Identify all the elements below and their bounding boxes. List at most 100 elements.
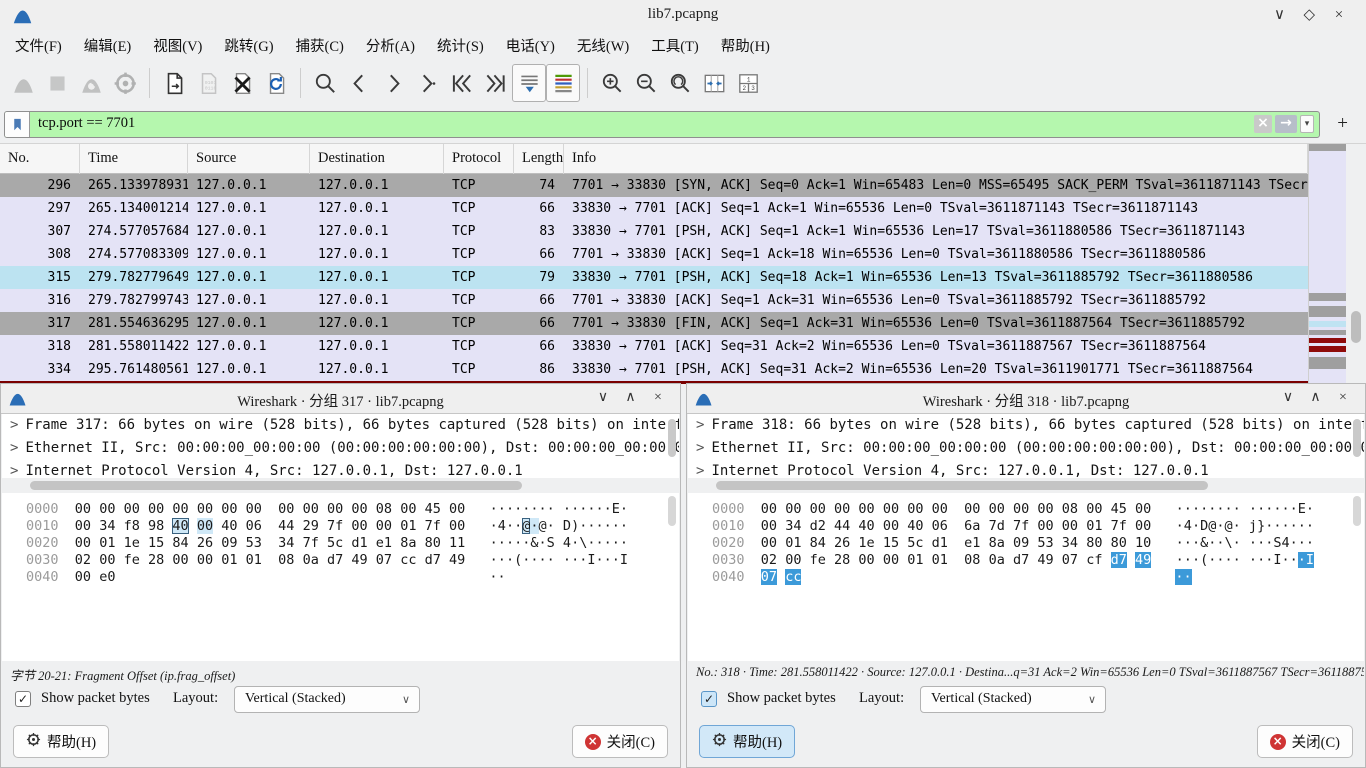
hex-byte[interactable]: e1 [376, 535, 392, 551]
hex-byte[interactable]: 07 [1062, 552, 1078, 568]
tree-item[interactable]: >Internet Protocol Version 4, Src: 127.0… [2, 460, 679, 478]
packet-row-315[interactable]: 315279.782779649127.0.0.1127.0.0.1TCP793… [0, 266, 1308, 289]
hex-byte[interactable]: 28 [834, 552, 850, 568]
show-packet-bytes-checkbox[interactable]: ✓ [701, 691, 717, 707]
hex-byte[interactable]: 44 [834, 518, 850, 534]
hex-byte[interactable]: 00 [810, 501, 826, 517]
file-save-icon[interactable]: 01010110 [191, 64, 225, 102]
go-to-packet-icon[interactable] [410, 64, 444, 102]
hex-byte[interactable]: 15 [883, 535, 899, 551]
menu-item-9[interactable]: 工具(T) [640, 30, 710, 61]
hex-byte[interactable]: 7d [989, 518, 1005, 534]
hex-byte[interactable]: 00 [197, 501, 213, 517]
help-button[interactable]: 帮助(H) [13, 725, 109, 758]
hex-byte[interactable]: cf [1086, 552, 1102, 568]
hex-row[interactable]: 0010 00 34 f8 98 40 00 40 06 44 29 7f 00… [26, 518, 679, 535]
hex-byte[interactable]: 8a [400, 535, 416, 551]
packet-row-308[interactable]: 308274.577083309127.0.0.1127.0.0.1TCP667… [0, 243, 1308, 266]
hex-byte[interactable]: 49 [351, 552, 367, 568]
tree-scrollbar-thumb[interactable] [668, 419, 676, 457]
hex-byte[interactable]: 10 [1135, 535, 1151, 551]
hex-byte[interactable]: 40 [858, 518, 874, 534]
hex-byte[interactable]: 00 [883, 552, 899, 568]
hex-byte[interactable]: 5c [907, 535, 923, 551]
hex-byte[interactable]: 06 [246, 518, 262, 534]
hex-row[interactable]: 0020 00 01 1e 15 84 26 09 53 34 7f 5c d1… [26, 535, 679, 552]
maximize-button[interactable]: ◇ [1296, 5, 1322, 24]
hex-byte[interactable]: 01 [932, 552, 948, 568]
hex-byte[interactable]: 00 [376, 518, 392, 534]
hex-byte[interactable]: 00 [400, 501, 416, 517]
hex-byte[interactable]: 29 [303, 518, 319, 534]
filter-apply-icon[interactable]: → [1275, 115, 1297, 133]
hex-byte[interactable]: 00 [246, 501, 262, 517]
hex-byte[interactable]: 00 [989, 501, 1005, 517]
colorize-icon[interactable] [546, 64, 580, 102]
hex-scrollbar-thumb[interactable] [668, 496, 676, 526]
hex-byte[interactable]: 28 [148, 552, 164, 568]
show-packet-bytes-checkbox[interactable]: ✓ [15, 691, 31, 707]
hex-byte[interactable]: 08 [1062, 501, 1078, 517]
hex-byte[interactable]: 00 [1086, 501, 1102, 517]
hex-byte[interactable]: 1e [858, 535, 874, 551]
hex-byte[interactable]: cc [400, 552, 416, 568]
hex-row[interactable]: 0040 00 e0 ·· [26, 569, 679, 586]
hex-byte[interactable]: 09 [1013, 535, 1029, 551]
hex-byte[interactable]: 00 [785, 552, 801, 568]
packet-row-334[interactable]: 334295.761480561127.0.0.1127.0.0.1TCP863… [0, 358, 1308, 381]
close-button[interactable]: × [646, 390, 670, 406]
hex-byte[interactable]: 00 [278, 501, 294, 517]
hex-scrollbar-thumb[interactable] [1353, 496, 1361, 526]
file-reload-icon[interactable] [259, 64, 293, 102]
packet-list-scrollbar[interactable] [1346, 144, 1366, 384]
hex-byte[interactable]: 00 [172, 552, 188, 568]
hex-byte[interactable]: 01 [246, 552, 262, 568]
hex-byte[interactable]: 00 [197, 518, 213, 534]
column-header-destination[interactable]: Destination [310, 144, 444, 174]
hex-byte[interactable]: 00 [351, 518, 367, 534]
hex-byte[interactable]: 26 [197, 535, 213, 551]
tree-horizontal-scrollbar[interactable] [2, 478, 679, 493]
column-header-protocol[interactable]: Protocol [444, 144, 514, 174]
hex-byte[interactable]: 45 [425, 501, 441, 517]
hex-byte[interactable]: 00 [303, 501, 319, 517]
close-button[interactable]: × [1331, 390, 1355, 406]
tree-item[interactable]: >Frame 318: 66 bytes on wire (528 bits),… [688, 414, 1364, 437]
hex-byte[interactable]: 00 [351, 501, 367, 517]
hex-byte[interactable]: 7f [425, 518, 441, 534]
hex-byte[interactable]: 80 [1111, 535, 1127, 551]
hex-byte[interactable]: 07 [761, 569, 777, 585]
packet-row-318[interactable]: 318281.558011422127.0.0.1127.0.0.1TCP663… [0, 335, 1308, 358]
expander-icon[interactable]: > [10, 463, 18, 478]
menu-item-10[interactable]: 帮助(H) [710, 30, 781, 61]
packet-row-297[interactable]: 297265.134001214127.0.0.1127.0.0.1TCP663… [0, 197, 1308, 220]
hex-byte[interactable]: 7f [1013, 518, 1029, 534]
hex-byte[interactable]: 00 [761, 501, 777, 517]
hex-row[interactable]: 0000 00 00 00 00 00 00 00 00 00 00 00 00… [712, 501, 1364, 518]
hex-byte[interactable]: 7f [327, 518, 343, 534]
hex-byte[interactable]: 00 [75, 569, 91, 585]
hex-byte[interactable]: 00 [75, 518, 91, 534]
hex-byte[interactable]: 00 [883, 518, 899, 534]
hex-byte[interactable]: 01 [400, 518, 416, 534]
hex-row[interactable]: 0030 02 00 fe 28 00 00 01 01 08 0a d7 49… [712, 552, 1364, 569]
hex-byte[interactable]: 00 [75, 501, 91, 517]
menu-item-2[interactable]: 视图(V) [142, 30, 213, 61]
filter-bookmark-icon[interactable] [5, 112, 30, 137]
auto-scroll-icon[interactable] [512, 64, 546, 102]
hex-byte[interactable]: d7 [327, 552, 343, 568]
hex-byte[interactable]: 6a [964, 518, 980, 534]
column-header-length[interactable]: Length [514, 144, 564, 174]
hex-byte[interactable]: 00 [99, 501, 115, 517]
scrollbar-thumb[interactable] [30, 481, 522, 490]
hex-byte[interactable]: 00 [761, 535, 777, 551]
hex-byte[interactable]: 01 [785, 535, 801, 551]
expander-icon[interactable]: > [10, 440, 18, 456]
hex-byte[interactable]: 34 [99, 518, 115, 534]
menu-item-1[interactable]: 编辑(E) [73, 30, 143, 61]
hex-byte[interactable]: 00 [761, 518, 777, 534]
menu-item-0[interactable]: 文件(F) [4, 30, 73, 61]
hex-byte[interactable]: 00 [1135, 518, 1151, 534]
hex-byte[interactable]: 98 [148, 518, 164, 534]
capture-start-icon[interactable] [6, 64, 40, 102]
